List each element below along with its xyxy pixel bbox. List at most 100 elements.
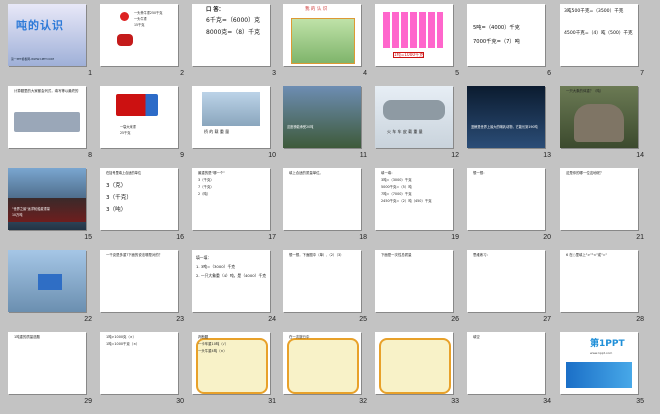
slide-thumbnail-11[interactable]: 这座桥能承受20吨 11: [283, 86, 375, 168]
slide-thumbnail-9[interactable]: 一袋大米重 25千克 9: [100, 86, 192, 168]
slide-preview[interactable]: 这座桥能承受20吨: [283, 86, 361, 148]
slide-preview[interactable]: 想一想，下面图中（单）,（2）（3）: [283, 250, 361, 312]
slide-text-line: 桥 的 载 重 量: [204, 129, 230, 134]
slide-preview[interactable]: 第1PPT www.1ppt.com: [560, 332, 638, 394]
slide-preview[interactable]: 桥 的 载 重 量: [192, 86, 270, 148]
slide-text-line: 2（吨）: [198, 192, 211, 196]
slide-preview[interactable]: 1吨重的质量选题: [8, 332, 86, 394]
slide-preview[interactable]: 这是你的哪一位这地呢？: [560, 168, 638, 230]
slide-thumbnail-31[interactable]: 判断题 一卡车重10吨（√） 一头牛重4吨（×） 31: [192, 332, 284, 414]
slide-preview[interactable]: 最重的是"哪一个" 3（千克） 7（千克） 2（吨）: [192, 168, 270, 230]
slide-number: 27: [543, 316, 551, 323]
slide-thumbnail-32[interactable]: 在一次旅行中 32: [283, 332, 375, 414]
slide-preview[interactable]: 下面是一次性总质量: [375, 250, 453, 312]
slide-preview[interactable]: 1吨>1000克（×） 1吨=1000千克（×）: [100, 332, 178, 394]
slide-thumbnail-7[interactable]: 3吨500千克=（3500）千克 4500千克=（4）吨（500）千克 7: [560, 4, 652, 86]
slide-thumbnail-26[interactable]: 下面是一次性总质量 26: [375, 250, 467, 332]
slide-thumbnail-16[interactable]: 在括号里填上合适的单位 3（克） 3（千克） 3（吨） 16: [100, 168, 192, 250]
slide-text-line: 一千克是多重?下面的说法哪是对的？: [106, 253, 163, 257]
elephant-image: [574, 104, 624, 142]
slide-thumbnail-8[interactable]: 计算题里的大家都会列式，填写等以最终的 8: [8, 86, 100, 168]
slide-number: 35: [636, 398, 644, 405]
slide-sorter-grid: 吨的认识 第一PPT模板网-WWW.1PPT.COM 1 一头黄牛重250千克 一头牛重…: [0, 0, 660, 410]
slide-thumbnail-19[interactable]: 填一填： 3吨=（3000）千克 5000千克=（5）吨 7吨=（7000）千克 245…: [375, 168, 467, 250]
slide-thumbnail-2[interactable]: 一头黄牛重250千克 一头牛重 15千克 2: [100, 4, 192, 86]
slide-preview[interactable]: 填空: [467, 332, 545, 394]
slide-thumbnail-5[interactable]: 1吨=1000千克 5: [375, 4, 467, 86]
slide-text-line: 15千克: [134, 23, 145, 27]
slide-preview[interactable]: 判断题 一卡车重10吨（√） 一头牛重4吨（×）: [192, 332, 270, 394]
slide-preview[interactable]: 一头黄牛重250千克 一头牛重 15千克: [100, 4, 178, 66]
slide-thumbnail-14[interactable]: 一只大象的体重？（吨） 14: [560, 86, 652, 168]
slide-thumbnail-13[interactable]: 蓝鲸是世界上最大的哺乳动物，它能长到190吨 13: [467, 86, 559, 168]
slide-thumbnail-35[interactable]: 第1PPT www.1ppt.com 35: [560, 332, 652, 414]
slide-preview[interactable]: 一千克是多重?下面的说法哪是对的？: [100, 250, 178, 312]
slide-preview[interactable]: 一只大象的体重？（吨）: [560, 86, 638, 148]
slide-preview[interactable]: 吨的认识 第一PPT模板网-WWW.1PPT.COM: [8, 4, 86, 66]
slide-preview[interactable]: [8, 250, 86, 312]
slide-number: 16: [176, 234, 184, 241]
slide-preview[interactable]: [375, 332, 453, 394]
slide-thumbnail-17[interactable]: 最重的是"哪一个" 3（千克） 7（千克） 2（吨） 17: [192, 168, 284, 250]
slide-preview[interactable]: "世界之最"远洋轮船载重量 10万吨: [8, 168, 86, 230]
slide-number: 23: [176, 316, 184, 323]
slide-preview[interactable]: 蓝鲸是世界上最大的哺乳动物，它能长到190吨: [467, 86, 545, 148]
slide-number: 22: [84, 316, 92, 323]
slide-preview[interactable]: 6千克=（6000）克 8000克=（8）千克口 答：: [192, 4, 270, 66]
slide-preview[interactable]: 3吨500千克=（3500）千克 4500千克=（4）吨（500）千克: [560, 4, 638, 66]
slide-text-line: 蓝鲸是世界上最大的哺乳动物，它能长到190吨: [471, 125, 538, 129]
slide-preview[interactable]: 填一填： 1. 3吨=（3000）千克 2. 一只大象重（4）吨，是（4000）千克: [192, 250, 270, 312]
slide-thumbnail-34[interactable]: 填空 34: [467, 332, 559, 414]
slide-preview[interactable]: 填上合适的质量单位。: [283, 168, 361, 230]
slide-preview[interactable]: 我 的 认 识: [283, 4, 361, 66]
slide-thumbnail-4[interactable]: 我 的 认 识 4: [283, 4, 375, 86]
slide-text-line: 3（吨）: [106, 207, 127, 213]
slide-preview[interactable]: 想一想：: [467, 168, 545, 230]
slide-thumbnail-29[interactable]: 1吨重的质量选题 29: [8, 332, 100, 414]
slide-preview[interactable]: 在括号里填上合适的单位 3（克） 3（千克） 3（吨）: [100, 168, 178, 230]
slide-thumbnail-23[interactable]: 一千克是多重?下面的说法哪是对的？ 23: [100, 250, 192, 332]
slide-number: 2: [180, 70, 184, 77]
slide-text-line: 4500千克=（4）吨（500）千克: [564, 31, 633, 36]
slide-thumbnail-18[interactable]: 填上合适的质量单位。 18: [283, 168, 375, 250]
slide-preview[interactable]: 6 在○里填上">""<"或"=": [560, 250, 638, 312]
slide-number: 21: [636, 234, 644, 241]
slide-number: 25: [359, 316, 367, 323]
slide-preview[interactable]: 填一填： 3吨=（3000）千克 5000千克=（5）吨 7吨=（7000）千克 245…: [375, 168, 453, 230]
slide-thumbnail-27[interactable]: 思维练习： 27: [467, 250, 559, 332]
slide-preview[interactable]: 火 车 车 皮 载 重 量: [375, 86, 453, 148]
slide-text-line: 下面是一次性总质量: [381, 253, 412, 257]
slide-thumbnail-21[interactable]: 这是你的哪一位这地呢？ 21: [560, 168, 652, 250]
slide-thumbnail-30[interactable]: 1吨>1000克（×） 1吨=1000千克（×） 30: [100, 332, 192, 414]
slide-preview[interactable]: 思维练习：: [467, 250, 545, 312]
slide-text-line: 8000克=（8）千克: [206, 29, 261, 36]
slide-thumbnail-33[interactable]: 33: [375, 332, 467, 414]
slide-preview[interactable]: 5吨=（4000）千克 7000千克=（7）吨: [467, 4, 545, 66]
slide-preview[interactable]: 一袋大米重 25千克: [100, 86, 178, 148]
slide-thumbnail-12[interactable]: 火 车 车 皮 载 重 量 12: [375, 86, 467, 168]
slide-text-line: 想一想：: [473, 171, 487, 175]
slide-text-line: 填一填：: [381, 171, 395, 175]
slide-thumbnail-15[interactable]: "世界之最"远洋轮船载重量 10万吨 15: [8, 168, 100, 250]
slide-thumbnail-24[interactable]: 填一填： 1. 3吨=（3000）千克 2. 一只大象重（4）吨，是（4000）千克…: [192, 250, 284, 332]
slide-text-line: 3（千克）: [198, 178, 214, 182]
slide-thumbnail-6[interactable]: 5吨=（4000）千克 7000千克=（7）吨 6: [467, 4, 559, 86]
slide-thumbnail-25[interactable]: 想一想，下面图中（单）,（2）（3） 25: [283, 250, 375, 332]
slide-preview[interactable]: 在一次旅行中: [283, 332, 361, 394]
slide-text-line: 一只大象的体重？（吨）: [566, 89, 604, 93]
slide-thumbnail-28[interactable]: 6 在○里填上">""<"或"=" 28: [560, 250, 652, 332]
slide-thumbnail-20[interactable]: 想一想： 20: [467, 168, 559, 250]
slide-text-line: 1吨=1000千克（×）: [106, 342, 140, 346]
slide-preview[interactable]: 计算题里的大家都会列式，填写等以最终的: [8, 86, 86, 148]
slide-thumbnail-10[interactable]: 桥 的 载 重 量 10: [192, 86, 284, 168]
slide-text-line: 2. 一只大象重（4）吨，是（4000）千克: [196, 273, 267, 278]
slide-preview[interactable]: 1吨=1000千克: [375, 4, 453, 66]
cartoon-frame: [379, 338, 451, 394]
slide-thumbnail-22[interactable]: 22: [8, 250, 100, 332]
slide-text-line: "世界之最"远洋轮船载重量: [12, 207, 50, 211]
slide-thumbnail-3[interactable]: 6千克=（6000）克 8000克=（8）千克口 答： 3: [192, 4, 284, 86]
slide-text-line: 填空: [473, 335, 480, 339]
slide-number: 28: [636, 316, 644, 323]
slide-text-line: 1吨重的质量选题: [14, 335, 40, 339]
slide-thumbnail-1[interactable]: 吨的认识 第一PPT模板网-WWW.1PPT.COM 1: [8, 4, 100, 86]
